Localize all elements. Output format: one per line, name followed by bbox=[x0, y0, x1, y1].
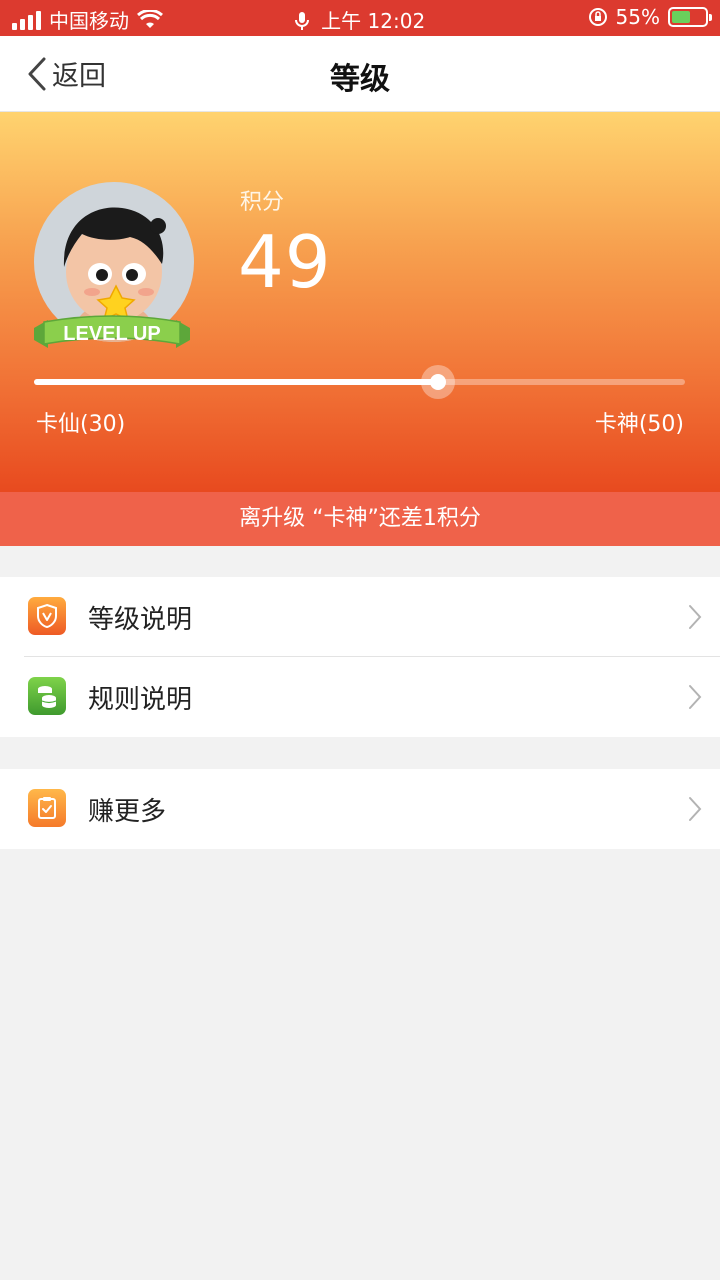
level-hero: LEVEL UP 积分 49 卡仙(30) 卡神(50) bbox=[0, 112, 720, 492]
shield-v-icon bbox=[28, 597, 66, 635]
points-value: 49 bbox=[238, 220, 332, 304]
level-progress-fill bbox=[34, 379, 438, 385]
status-right: 55% bbox=[588, 5, 712, 29]
menu-label-earn-more: 赚更多 bbox=[88, 797, 167, 827]
level-progress-knob bbox=[420, 365, 455, 399]
next-level-label: 卡神(50) bbox=[594, 412, 684, 437]
avatar: LEVEL UP bbox=[34, 182, 194, 348]
rotation-lock-icon bbox=[588, 8, 607, 26]
status-bar: 中国移动 上午 12:02 55% bbox=[0, 0, 720, 36]
level-up-badge: LEVEL UP bbox=[34, 315, 190, 348]
microphone-icon bbox=[294, 12, 309, 30]
points-label: 积分 bbox=[240, 190, 285, 215]
menu-item-level-description[interactable]: 等级说明 bbox=[0, 577, 720, 657]
menu-group-info: 等级说明 规则说明 bbox=[0, 577, 720, 737]
menu-item-earn-more[interactable]: 赚更多 bbox=[0, 769, 720, 849]
nav-bar: 返回 等级 bbox=[0, 36, 720, 112]
upgrade-hint: 离升级 “卡神”还差1积分 bbox=[0, 492, 720, 546]
menu-group-earn: 赚更多 bbox=[0, 769, 720, 849]
chevron-right-icon bbox=[689, 685, 702, 709]
clipboard-check-icon bbox=[28, 789, 66, 827]
badge-text: LEVEL UP bbox=[63, 323, 160, 345]
page-title: 等级 bbox=[330, 62, 390, 97]
chevron-right-icon bbox=[689, 797, 702, 821]
battery-percent: 55% bbox=[615, 5, 660, 29]
menu-item-rules-description[interactable]: 规则说明 bbox=[0, 657, 720, 737]
chevron-right-icon bbox=[689, 605, 702, 629]
level-progress-track bbox=[34, 365, 685, 399]
menu-label-level-description: 等级说明 bbox=[88, 605, 193, 635]
current-level-label: 卡仙(30) bbox=[36, 412, 126, 437]
menu-label-rules-description: 规则说明 bbox=[88, 685, 193, 715]
battery-icon bbox=[668, 7, 712, 27]
coins-icon bbox=[28, 677, 66, 715]
clock: 上午 12:02 bbox=[321, 9, 426, 33]
